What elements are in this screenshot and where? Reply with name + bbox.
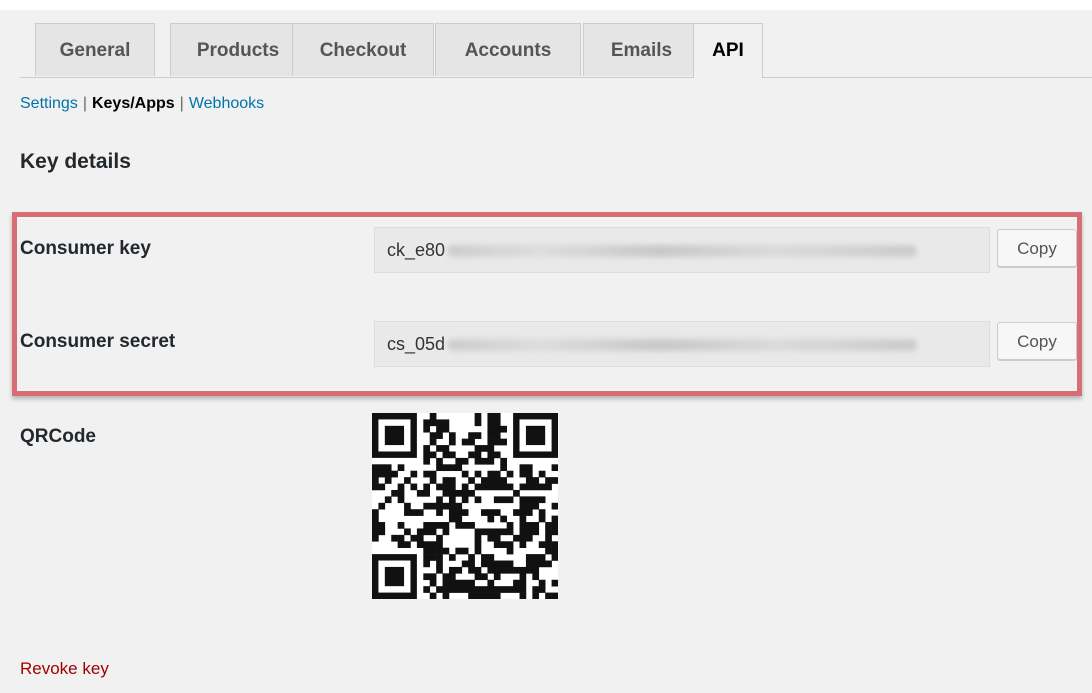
cropped-glyph — [320, 0, 336, 5]
subnav-webhooks-link[interactable]: Webhooks — [189, 95, 264, 112]
consumer-key-label: Consumer key — [20, 238, 151, 259]
tab-general[interactable]: General — [35, 23, 155, 76]
tab-accounts[interactable]: Accounts — [435, 23, 581, 76]
tab-checkout[interactable]: Checkout — [292, 23, 434, 76]
tab-api[interactable]: API — [693, 23, 763, 78]
copy-consumer-key-button[interactable]: Copy — [997, 229, 1077, 267]
subnav: Settings | Keys/Apps | Webhooks — [20, 95, 264, 113]
consumer-secret-field[interactable]: cs_05d — [374, 321, 990, 367]
subnav-settings-link[interactable]: Settings — [20, 95, 78, 112]
consumer-secret-label: Consumer secret — [20, 331, 176, 352]
qrcode-label: QRCode — [20, 426, 96, 447]
consumer-secret-value: cs_05d — [387, 334, 446, 354]
copy-consumer-secret-button[interactable]: Copy — [997, 322, 1077, 360]
qr-code-icon — [372, 413, 559, 600]
redacted-blur — [447, 245, 918, 258]
consumer-key-value: ck_e80 — [387, 240, 446, 260]
tab-products[interactable]: Products — [170, 23, 306, 76]
tab-emails[interactable]: Emails — [583, 23, 700, 76]
subnav-separator: | — [179, 95, 184, 112]
revoke-key-link[interactable]: Revoke key — [20, 659, 109, 679]
top-strip — [0, 0, 1092, 10]
subnav-keys-apps-current: Keys/Apps — [91, 95, 175, 112]
subnav-separator: | — [82, 95, 87, 112]
settings-tabs: General Products Checkout Accounts Email… — [20, 23, 1092, 78]
redacted-blur — [447, 339, 918, 352]
consumer-key-field[interactable]: ck_e80 — [374, 227, 990, 273]
page-title: Key details — [20, 150, 131, 173]
